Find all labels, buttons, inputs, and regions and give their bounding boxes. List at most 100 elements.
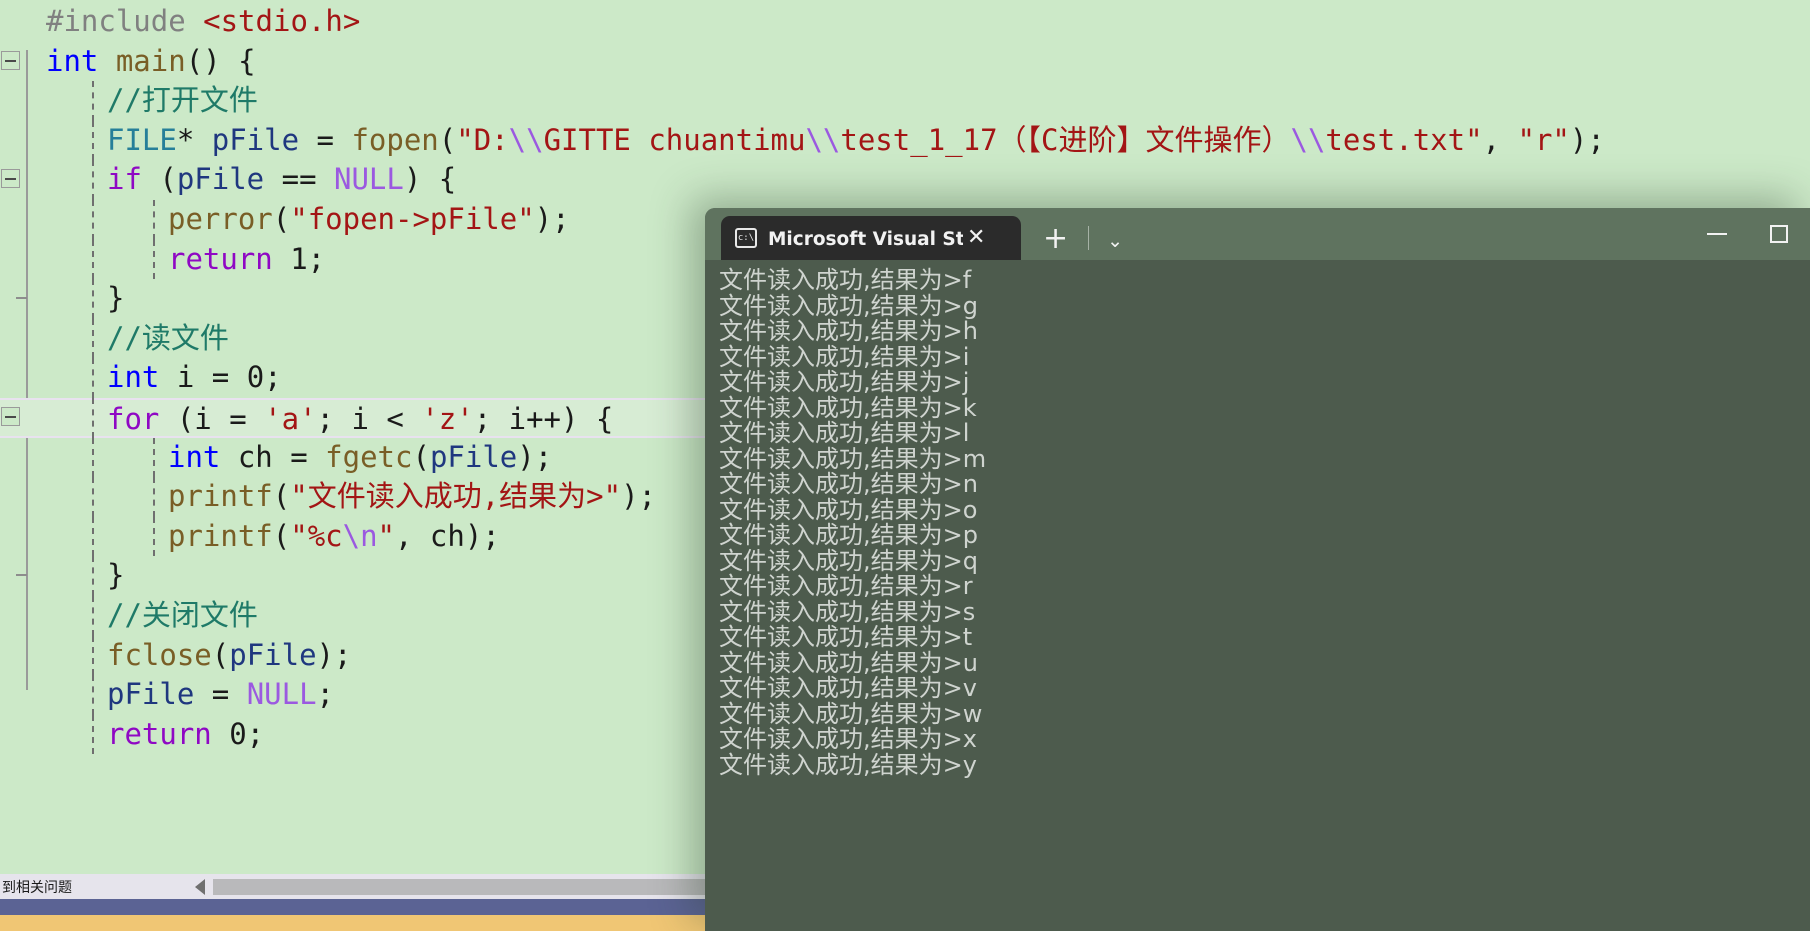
code-token: * (176, 122, 212, 157)
code-token: \\ (1290, 122, 1326, 157)
indent-guide (92, 437, 94, 478)
code-token: ; i < (316, 402, 422, 436)
indent-guide (92, 160, 94, 200)
code-token: printf (168, 479, 273, 514)
code-token: ch = (220, 439, 326, 474)
code-token: ; i++) { (473, 402, 614, 436)
fold-toggle-icon[interactable] (1, 50, 20, 70)
terminal-window[interactable]: c:\ Microsoft Visual Studio 调试挖 ✕ + ⌄ 文件… (705, 208, 1810, 931)
code-line[interactable]: //关闭文件 (0, 596, 258, 636)
code-token: "D: (456, 122, 509, 157)
code-token: pFile (176, 162, 265, 197)
fold-toggle-icon[interactable] (1, 169, 20, 189)
indent-guide (153, 477, 155, 517)
terminal-output-line: 文件读入成功,结果为>o (719, 495, 978, 524)
terminal-output-line: 文件读入成功,结果为>v (719, 674, 977, 702)
terminal-output-line: 文件读入成功,结果为>p (719, 521, 978, 549)
terminal-tab[interactable]: c:\ Microsoft Visual Studio 调试挖 ✕ (721, 216, 1021, 260)
code-token: //打开文件 (107, 83, 258, 118)
code-token: = (299, 122, 352, 157)
code-line[interactable]: perror("fopen->pFile"); (0, 200, 570, 240)
minimize-icon (1707, 233, 1727, 235)
code-line[interactable]: if (pFile == NULL) { (0, 160, 456, 200)
fold-end-tick (16, 297, 27, 300)
code-token: if (107, 162, 142, 197)
code-line[interactable]: printf("%c\n", ch); (0, 517, 500, 557)
code-token: 1; (272, 241, 326, 276)
code-token: } (107, 558, 125, 593)
terminal-output-line: 文件读入成功,结果为>r (719, 572, 973, 600)
code-token: ( (438, 122, 457, 157)
code-token: , ch); (395, 518, 500, 553)
code-line[interactable]: //读文件 (0, 319, 229, 359)
indent-guide (153, 239, 155, 280)
code-token: fgetc (325, 439, 413, 474)
indent-guide (92, 477, 94, 517)
terminal-title-bar[interactable]: c:\ Microsoft Visual Studio 调试挖 ✕ + ⌄ (705, 208, 1810, 260)
indent-guide (92, 200, 94, 240)
code-line[interactable]: int i = 0; (0, 358, 282, 398)
code-line[interactable]: //打开文件 (0, 81, 258, 121)
code-token: ( (412, 439, 430, 474)
maximize-button[interactable] (1748, 208, 1810, 260)
code-token: FILE (107, 122, 177, 157)
maximize-icon (1770, 225, 1788, 243)
indent-guide (92, 318, 94, 359)
code-line[interactable]: #include <stdio.h> (0, 2, 360, 42)
code-token: for (107, 402, 160, 436)
code-line[interactable]: printf("文件读入成功,结果为>"); (0, 477, 656, 517)
screen-root: #include <stdio.h> int main() {//打开文件 FILE… (0, 0, 1810, 931)
window-controls[interactable] (1686, 208, 1810, 260)
code-token: int (107, 360, 160, 395)
terminal-output-line: 文件读入成功,结果为>i (719, 342, 970, 371)
fold-toggle-icon[interactable] (1, 407, 20, 426)
new-tab-button[interactable]: + (1043, 224, 1068, 254)
code-token: pFile (211, 122, 300, 157)
code-token: "fopen->pFile" (290, 202, 535, 236)
code-line[interactable]: return 1; (0, 240, 325, 280)
code-line[interactable]: FILE* pFile = fopen("D:\\GITTE chuantimu… (0, 121, 1605, 161)
code-token: ); (517, 439, 553, 474)
status-bar-text: 到相关问题 (2, 879, 72, 896)
code-token: pFile (107, 677, 195, 712)
indent-guide (153, 200, 155, 240)
indent-guide (92, 714, 94, 755)
code-line[interactable]: pFile = NULL; (0, 675, 334, 715)
terminal-output-line: 文件读入成功,结果为>s (719, 597, 976, 626)
code-token: test.txt" (1325, 122, 1483, 157)
terminal-output-line: 文件读入成功,结果为>u (719, 648, 978, 677)
code-token: fopen (351, 122, 439, 157)
code-token: ) { (403, 162, 457, 197)
console-icon: c:\ (735, 228, 757, 248)
indent-guide (92, 358, 94, 398)
tab-divider (1088, 226, 1090, 250)
terminal-output[interactable]: 文件读入成功,结果为>f 文件读入成功,结果为>g 文件读入成功,结果为>h 文件读入… (705, 260, 1810, 931)
code-token: ); (1569, 122, 1605, 157)
terminal-output-line: 文件读入成功,结果为>j (719, 368, 970, 396)
code-token: \\ (508, 122, 544, 157)
code-line[interactable]: int main() { (0, 42, 256, 82)
indent-guide (92, 120, 94, 161)
code-token: test_1_17（【C进阶】文件操作） (840, 122, 1291, 157)
terminal-output-line: 文件读入成功,结果为>t (719, 623, 973, 651)
terminal-output-line: 文件读入成功,结果为>l (719, 419, 970, 447)
chevron-down-icon[interactable]: ⌄ (1107, 232, 1123, 251)
terminal-output-line: 文件读入成功,结果为>h (719, 317, 978, 345)
code-token: \n (342, 518, 378, 553)
terminal-output-line: 文件读入成功,结果为>x (719, 725, 977, 753)
terminal-output-line: 文件读入成功,结果为>f (719, 266, 972, 294)
code-line[interactable]: fclose(pFile); (0, 636, 351, 676)
code-token: int (168, 439, 221, 474)
terminal-output-line: 文件读入成功,结果为>q (719, 546, 978, 575)
code-token: } (107, 281, 125, 316)
code-line[interactable]: int ch = fgetc(pFile); (0, 438, 552, 478)
code-token: GITTE chuantimu (543, 122, 806, 157)
code-line[interactable]: return 0; (0, 715, 264, 755)
scroll-left-arrow-icon[interactable] (195, 878, 205, 895)
code-token: ( (211, 637, 230, 672)
code-token: return (168, 241, 273, 276)
close-icon[interactable]: ✕ (967, 227, 985, 249)
code-token: " (377, 518, 396, 553)
code-token: ( (272, 518, 291, 553)
minimize-button[interactable] (1686, 208, 1748, 260)
